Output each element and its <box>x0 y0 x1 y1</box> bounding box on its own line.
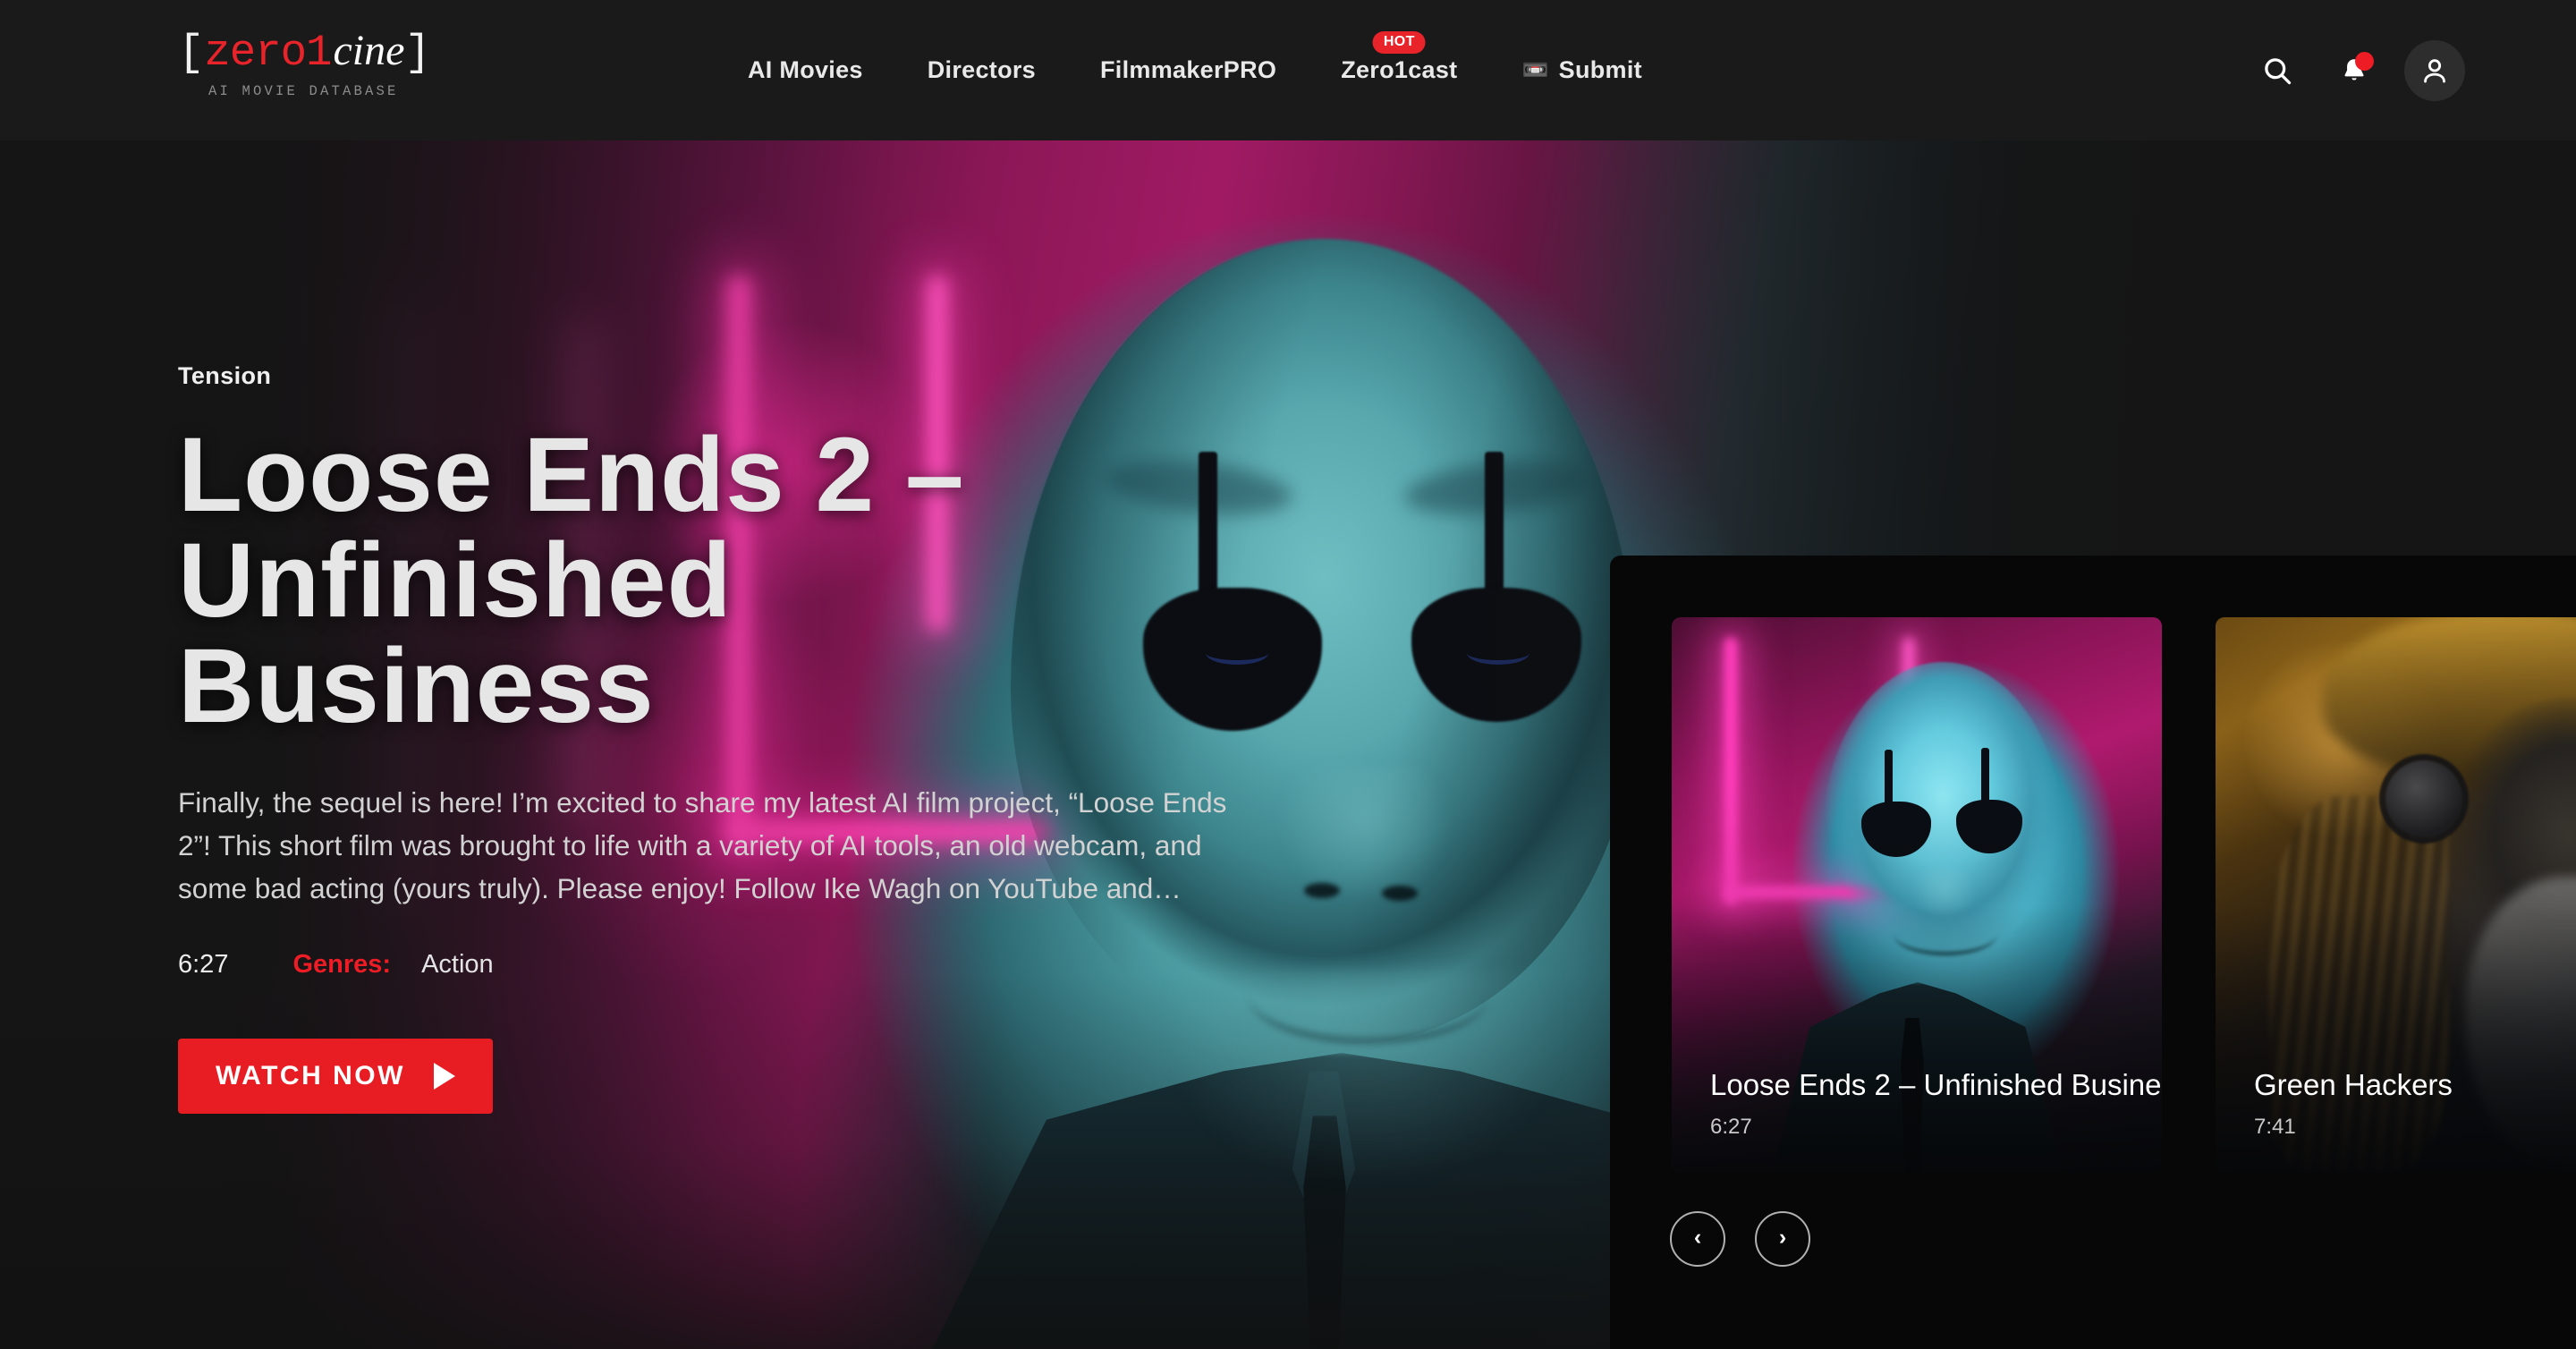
hero-eyebrow: Tension <box>178 362 272 389</box>
hero-duration: 6:27 <box>178 949 229 979</box>
hero-description: Finally, the sequel is here! I’m excited… <box>178 786 1227 904</box>
nav-item-directors[interactable]: Directors <box>895 56 1068 84</box>
hero-genres-label: Genres: <box>292 949 392 979</box>
card-title: Loose Ends 2 – Unfinished Business <box>1710 1068 2162 1102</box>
carousel-card[interactable]: Green Hackers 7:41 <box>2216 617 2576 1172</box>
nav-item-zero1cast[interactable]: HOT Zero1cast <box>1309 31 1489 84</box>
hero-title: Loose Ends 2 – Unfinished Business <box>178 416 965 745</box>
page-root: [zero1cine] AI MOVIE DATABASE AI Movies … <box>0 0 2576 1349</box>
hero-meta-row: 6:27 Genres: Action <box>178 950 1296 980</box>
nav-label: Zero1cast <box>1341 56 1458 83</box>
search-icon <box>2265 57 2292 84</box>
card-title: Green Hackers <box>2254 1068 2453 1102</box>
carousel-card[interactable]: Loose Ends 2 – Unfinished Business 6:27 <box>1672 617 2162 1172</box>
logo-bracket-open: [ <box>178 28 205 78</box>
hero-genres-value[interactable]: Action <box>421 950 494 980</box>
site-logo[interactable]: [zero1cine] AI MOVIE DATABASE <box>178 30 446 100</box>
card-meta: Loose Ends 2 – Unfinished Business 6:27 <box>1710 1068 2162 1140</box>
nav-item-filmmakerpro[interactable]: FilmmakerPRO <box>1068 56 1309 84</box>
logo-tagline: AI MOVIE DATABASE <box>208 83 399 99</box>
search-button[interactable] <box>2250 43 2305 98</box>
nav-label: Directors <box>927 56 1036 83</box>
notification-dot <box>2355 51 2374 71</box>
watch-now-button[interactable]: WATCH NOW <box>178 1038 493 1114</box>
nav-item-ai-movies[interactable]: AI Movies <box>716 56 895 84</box>
notifications-button[interactable] <box>2326 43 2382 98</box>
card-meta: Green Hackers 7:41 <box>2254 1068 2576 1140</box>
site-header: [zero1cine] AI MOVIE DATABASE AI Movies … <box>0 0 2576 140</box>
carousel-prev-button[interactable]: ‹ <box>1670 1211 1725 1267</box>
header-actions <box>2250 0 2465 140</box>
logo-wordmark: [zero1cine] <box>178 30 446 75</box>
character-nostril <box>1304 883 1340 898</box>
character-nostril <box>1382 886 1418 901</box>
main-navigation: AI Movies Directors FilmmakerPRO HOT Zer… <box>716 0 1674 140</box>
videocassette-icon: 📼 <box>1521 57 1549 82</box>
nav-label: FilmmakerPRO <box>1100 56 1277 83</box>
featured-carousel: Loose Ends 2 – Unfinished Business 6:27 <box>1610 556 2576 1349</box>
hot-badge: HOT <box>1372 31 1426 54</box>
hero-section: Tension Loose Ends 2 – Unfinished Busine… <box>0 140 2576 1349</box>
play-icon <box>433 1062 455 1090</box>
card-duration: 6:27 <box>1710 1115 1752 1139</box>
watch-now-label: WATCH NOW <box>216 1060 405 1090</box>
carousel-next-button[interactable]: › <box>1755 1211 1810 1267</box>
account-button[interactable] <box>2404 39 2465 101</box>
logo-brand-primary: zero1 <box>204 28 332 78</box>
nav-item-submit[interactable]: 📼 Submit <box>1489 56 1674 84</box>
logo-bracket-close: ] <box>404 28 431 78</box>
nav-label: AI Movies <box>748 56 863 83</box>
user-icon <box>2424 58 2445 82</box>
carousel-track: Loose Ends 2 – Unfinished Business 6:27 <box>1672 617 2576 1172</box>
nav-label: Submit <box>1558 56 1642 83</box>
card-duration: 7:41 <box>2254 1115 2296 1139</box>
hero-content: Tension Loose Ends 2 – Unfinished Busine… <box>178 362 1296 1114</box>
carousel-navigation: ‹ › <box>1670 1211 1810 1267</box>
logo-brand-secondary: cine <box>333 27 405 74</box>
